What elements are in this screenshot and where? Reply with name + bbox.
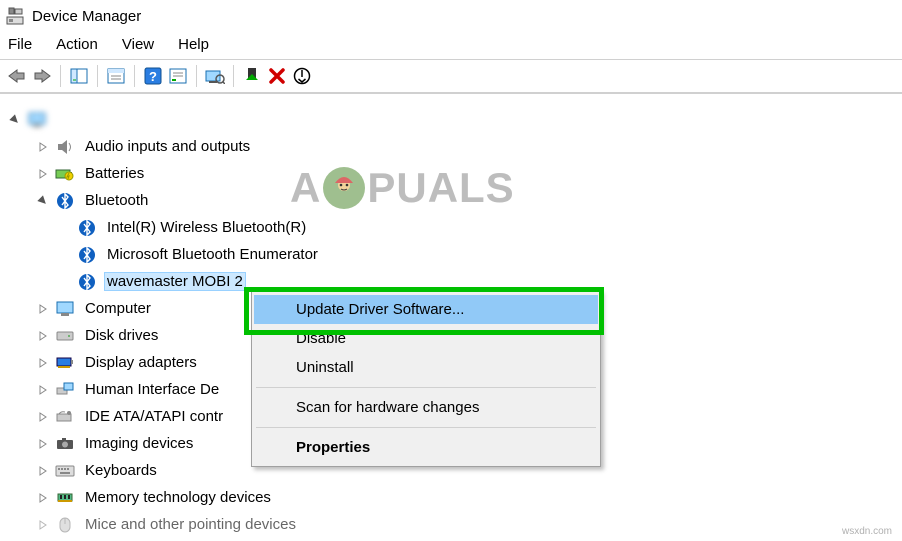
chevron-right-icon[interactable] (32, 298, 54, 320)
menu-file[interactable]: File (8, 36, 32, 53)
help-button[interactable]: ? (142, 65, 164, 87)
mouse-icon (54, 514, 76, 536)
context-menu-disable[interactable]: Disable (254, 324, 598, 353)
chevron-down-icon[interactable] (4, 109, 26, 131)
svg-text:?: ? (149, 69, 157, 84)
bluetooth-icon (76, 271, 98, 293)
keyboard-icon (54, 460, 76, 482)
menu-bar: File Action View Help (0, 32, 902, 59)
uninstall-button[interactable] (266, 65, 288, 87)
window-title: Device Manager (32, 8, 141, 25)
tree-node-label: Display adapters (82, 353, 200, 372)
tree-node-label: Keyboards (82, 461, 160, 480)
properties-button[interactable] (105, 65, 127, 87)
forward-button[interactable] (31, 65, 53, 87)
chevron-right-icon[interactable] (32, 379, 54, 401)
context-menu: Update Driver Software... Disable Uninst… (251, 290, 601, 467)
ide-icon (54, 406, 76, 428)
toolbar-separator (233, 65, 234, 87)
display-adapter-icon (54, 352, 76, 374)
memory-icon (54, 487, 76, 509)
chevron-right-icon[interactable] (32, 136, 54, 158)
chevron-right-icon[interactable] (32, 163, 54, 185)
context-menu-properties[interactable]: Properties (254, 433, 598, 462)
chevron-right-icon[interactable] (32, 352, 54, 374)
toolbar: ? (0, 59, 902, 93)
tree-node-memory-tech[interactable]: Memory technology devices (4, 484, 898, 511)
disk-icon (54, 325, 76, 347)
scan-hardware-button[interactable] (204, 65, 226, 87)
battery-icon (54, 163, 76, 185)
chevron-right-icon[interactable] (32, 487, 54, 509)
context-menu-separator (256, 427, 596, 428)
context-menu-uninstall[interactable]: Uninstall (254, 353, 598, 382)
device-manager-icon (6, 7, 24, 25)
tree-node-label: Mice and other pointing devices (82, 515, 299, 534)
disable-button[interactable] (291, 65, 313, 87)
computer-icon (54, 298, 76, 320)
tree-node-label: Imaging devices (82, 434, 196, 453)
bluetooth-icon (76, 217, 98, 239)
tree-leaf-label: Intel(R) Wireless Bluetooth(R) (104, 218, 309, 237)
tree-leaf-bt-msenum[interactable]: Microsoft Bluetooth Enumerator (4, 241, 898, 268)
action-list-button[interactable] (167, 65, 189, 87)
chevron-right-icon[interactable] (32, 514, 54, 536)
tree-node-label: Disk drives (82, 326, 161, 345)
tree-leaf-bt-intel[interactable]: Intel(R) Wireless Bluetooth(R) (4, 214, 898, 241)
menu-action[interactable]: Action (56, 36, 98, 53)
tree-leaf-label: Microsoft Bluetooth Enumerator (104, 245, 321, 264)
hid-icon (54, 379, 76, 401)
context-menu-scan[interactable]: Scan for hardware changes (254, 393, 598, 422)
tree-node-label: Memory technology devices (82, 488, 274, 507)
chevron-right-icon[interactable] (32, 433, 54, 455)
chevron-right-icon[interactable] (32, 406, 54, 428)
chevron-right-icon[interactable] (32, 460, 54, 482)
attribution: wsxdn.com (842, 526, 892, 537)
update-driver-button[interactable] (241, 65, 263, 87)
toolbar-separator (134, 65, 135, 87)
context-menu-separator (256, 387, 596, 388)
toolbar-separator (97, 65, 98, 87)
tree-node-label: Bluetooth (82, 191, 151, 210)
window-title-bar: Device Manager (0, 0, 902, 32)
tree-node-label: Computer (82, 299, 154, 318)
menu-view[interactable]: View (122, 36, 154, 53)
tree-node-batteries[interactable]: Batteries (4, 160, 898, 187)
tree-root[interactable] (4, 106, 898, 133)
chevron-right-icon[interactable] (32, 325, 54, 347)
bluetooth-icon (76, 244, 98, 266)
show-hide-console-tree-button[interactable] (68, 65, 90, 87)
chevron-down-icon[interactable] (32, 190, 54, 212)
tree-node-label: IDE ATA/ATAPI contr (82, 407, 226, 426)
tree-leaf-label: wavemaster MOBI 2 (104, 272, 246, 291)
context-menu-update-driver[interactable]: Update Driver Software... (254, 295, 598, 324)
bluetooth-icon (54, 190, 76, 212)
camera-icon (54, 433, 76, 455)
tree-node-label: Batteries (82, 164, 147, 183)
toolbar-separator (60, 65, 61, 87)
tree-node-label: Audio inputs and outputs (82, 137, 253, 156)
tree-root-label (54, 119, 60, 121)
tree-node-label: Human Interface De (82, 380, 222, 399)
speaker-icon (54, 136, 76, 158)
menu-help[interactable]: Help (178, 36, 209, 53)
back-button[interactable] (6, 65, 28, 87)
tree-node-audio[interactable]: Audio inputs and outputs (4, 133, 898, 160)
toolbar-separator (196, 65, 197, 87)
computer-icon (26, 109, 48, 131)
tree-node-bluetooth[interactable]: Bluetooth (4, 187, 898, 214)
tree-node-mice[interactable]: Mice and other pointing devices (4, 511, 898, 538)
